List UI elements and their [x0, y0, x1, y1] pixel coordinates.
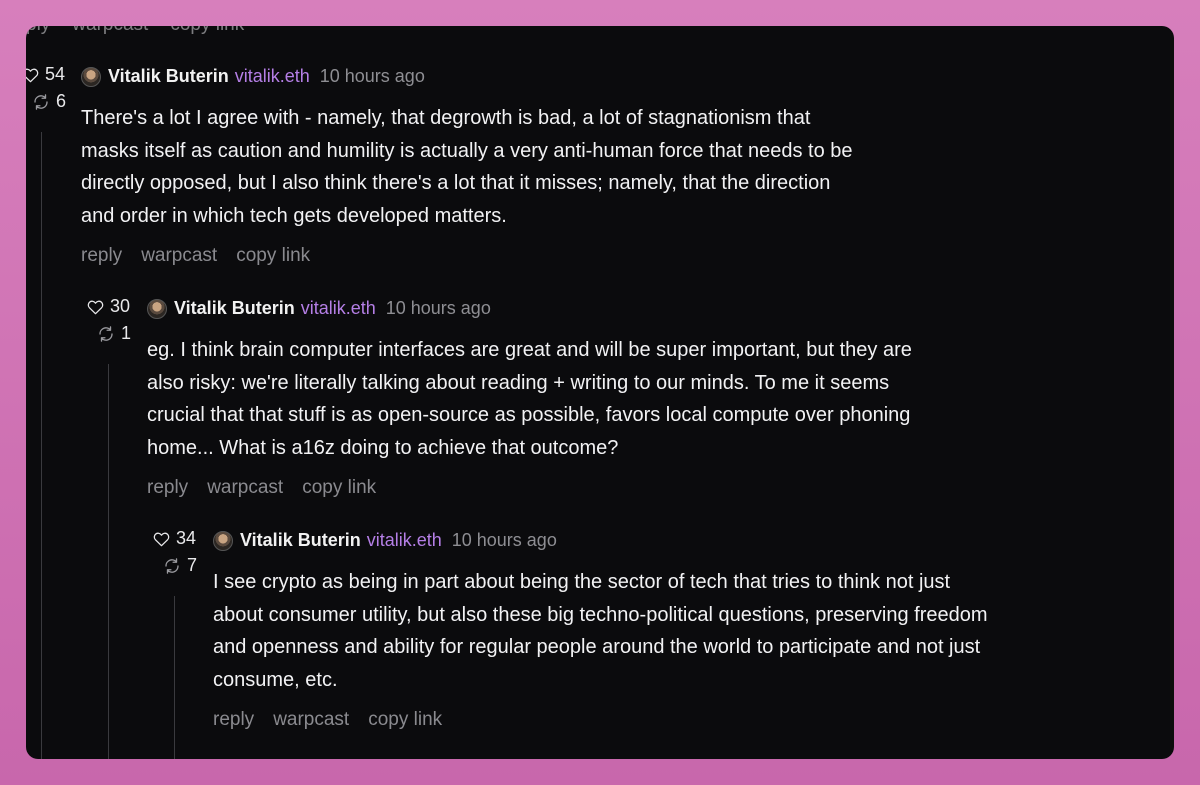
like-count: 30	[110, 296, 131, 316]
heart-icon	[153, 531, 170, 547]
heart-icon	[87, 299, 104, 315]
recast-count: 1	[121, 323, 132, 343]
author-name[interactable]: Vitalik Buterin	[108, 66, 229, 87]
copy-link[interactable]: copy link	[302, 477, 376, 498]
warpcast-link[interactable]: warpcast	[141, 245, 217, 266]
text-line: directly opposed, but I also think there…	[81, 172, 831, 194]
thread-panel: ply warpcast copy link 54 6 Vitalik Buteri…	[26, 26, 1174, 759]
text-line: also risky: we're literally talking abou…	[147, 371, 890, 394]
recast-icon	[32, 93, 50, 111]
author-handle[interactable]: vitalik.eth	[235, 66, 310, 87]
text-line: crucial that that stuff is as open-sourc…	[147, 404, 911, 426]
recast-button[interactable]: 7	[163, 555, 197, 576]
vote-column: 54 6	[26, 64, 66, 112]
vote-column: 30 1	[87, 296, 131, 344]
heart-icon	[26, 67, 39, 83]
vote-column: 34 7	[153, 528, 197, 576]
text-line: masks itself as caution and humility is …	[81, 139, 853, 162]
avatar[interactable]	[81, 66, 101, 87]
comment-header: Vitalik Buterin vitalik.eth 10 hours ago	[147, 298, 491, 319]
previous-comment-actions: ply warpcast copy link	[26, 26, 266, 36]
text-line: about consumer utility, but also these b…	[213, 603, 988, 626]
author-name[interactable]: Vitalik Buterin	[174, 298, 295, 319]
comment-text: I see crypto as being in part about bein…	[213, 566, 988, 696]
text-line: and openness and ability for regular peo…	[213, 636, 981, 658]
avatar[interactable]	[147, 298, 167, 319]
author-handle[interactable]: vitalik.eth	[301, 298, 376, 319]
recast-button[interactable]: 6	[32, 91, 66, 112]
like-button[interactable]: 34	[153, 528, 197, 549]
comment-actions: reply warpcast copy link	[147, 477, 395, 499]
copy-link[interactable]: copy link	[368, 709, 442, 730]
timestamp: 10 hours ago	[451, 530, 557, 550]
timestamp: 10 hours ago	[385, 298, 491, 318]
comment-header: Vitalik Buterin vitalik.eth 10 hours ago	[213, 530, 557, 551]
like-count: 34	[176, 528, 197, 548]
recast-count: 6	[56, 91, 67, 111]
recast-button[interactable]: 1	[97, 323, 131, 344]
like-count: 54	[45, 64, 66, 84]
reply-link[interactable]: reply	[147, 477, 188, 498]
recast-icon	[163, 557, 181, 575]
text-line: consume, etc.	[213, 668, 338, 691]
copy-link[interactable]: copy link	[236, 245, 310, 266]
recast-count: 7	[187, 555, 198, 575]
reply-link[interactable]: reply	[213, 709, 254, 730]
recast-icon	[97, 325, 115, 343]
text-line: eg. I think brain computer interfaces ar…	[147, 339, 912, 361]
timestamp: 10 hours ago	[319, 66, 425, 86]
copy-link[interactable]: copy link	[170, 26, 244, 35]
author-name[interactable]: Vitalik Buterin	[240, 530, 361, 551]
text-line: and order in which tech gets developed m…	[81, 204, 507, 227]
thread-line	[174, 596, 175, 759]
author-handle[interactable]: vitalik.eth	[367, 530, 442, 551]
warpcast-link[interactable]: warpcast	[273, 709, 349, 730]
reply-link[interactable]: ply	[26, 26, 50, 35]
reply-link[interactable]: reply	[81, 245, 122, 266]
like-button[interactable]: 54	[26, 64, 66, 85]
comment-header: Vitalik Buterin vitalik.eth 10 hours ago	[81, 66, 425, 87]
comment-actions: reply warpcast copy link	[213, 709, 461, 731]
thread-line	[108, 364, 109, 759]
avatar[interactable]	[213, 530, 233, 551]
warpcast-link[interactable]: warpcast	[72, 26, 148, 35]
text-line: home... What is a16z doing to achieve th…	[147, 436, 619, 459]
comment-text: There's a lot I agree with - namely, tha…	[81, 102, 853, 232]
warpcast-link[interactable]: warpcast	[207, 477, 283, 498]
like-button[interactable]: 30	[87, 296, 131, 317]
comment-text: eg. I think brain computer interfaces ar…	[147, 334, 912, 464]
text-line: I see crypto as being in part about bein…	[213, 571, 951, 593]
text-line: There's a lot I agree with - namely, tha…	[81, 107, 811, 129]
thread-line	[41, 132, 42, 759]
comment-actions: reply warpcast copy link	[81, 245, 329, 267]
